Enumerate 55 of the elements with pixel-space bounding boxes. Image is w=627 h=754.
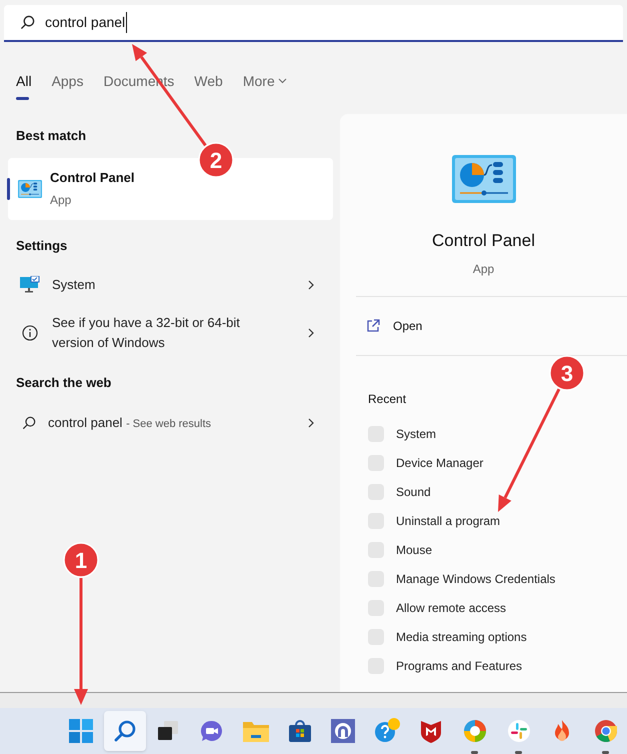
web-query: control panel - See web results [48,414,212,432]
recent-item[interactable]: Media streaming options [368,622,627,652]
callout-number: 3 [549,355,585,391]
question-mark-icon [374,718,400,744]
windows-logo-icon [68,719,93,743]
recent-item[interactable]: Uninstall a program [368,506,627,536]
recent-item[interactable]: Device Manager [368,448,627,478]
swirl-browser-icon [462,719,487,743]
video-chat-icon [200,719,224,743]
chevron-right-icon [308,328,314,338]
chevron-right-icon [308,418,314,428]
recent-item[interactable]: Allow remote access [368,594,627,622]
app-type: App [472,260,494,278]
hash-logo-icon [506,719,531,743]
result-title: Control Panel [50,169,135,188]
settings-result[interactable]: See if you have a 32-bit or 64-bit version of Windows [0,311,340,355]
filter-tab[interactable]: More [242,68,287,100]
settings-result[interactable]: System [0,269,340,301]
filter-tab[interactable]: Apps [52,68,84,100]
filter-tab[interactable]: Web [194,68,223,100]
section-heading: Recent [368,390,408,408]
browser-logo-icon [594,719,618,743]
filter-tab[interactable]: All [16,68,32,100]
recent-item[interactable]: Sound [368,478,627,506]
recent-item[interactable]: System [368,420,627,448]
control-panel-icon [18,180,42,198]
app-title: Control Panel [432,230,535,252]
control-panel-icon [452,155,516,203]
section-heading: Best match [15,127,88,145]
recent-item[interactable]: Mouse [368,536,627,564]
store-bag-icon [288,719,312,743]
callout-number: 2 [198,142,234,178]
folder-icon [242,720,269,742]
open-action[interactable]: Open [366,296,627,354]
web-search-result[interactable]: control panel - See web results [0,406,340,438]
callout-number: 1 [63,542,99,578]
search-text: control panel [45,12,128,33]
result-type: App [50,192,72,209]
chevron-right-icon [308,280,314,290]
section-heading: Settings [15,236,68,255]
result-label: See if you have a 32-bit or 64-bit version of Windows [52,314,241,352]
recent-item[interactable]: Manage Windows Credentials [368,564,627,594]
app-icon [331,719,356,743]
shield-icon [419,719,443,743]
search-icon [20,15,35,30]
search-field[interactable]: control panel [4,5,623,42]
search-icon [112,719,137,743]
search-icon [22,416,36,430]
task-view-icon [156,719,180,743]
monitor-icon [20,276,40,294]
result-label: System [52,276,96,294]
recent-item[interactable]: Programs and Features [368,652,627,680]
open-external-icon [366,318,380,332]
section-heading: Search the web [15,374,112,392]
info-icon [22,325,38,341]
